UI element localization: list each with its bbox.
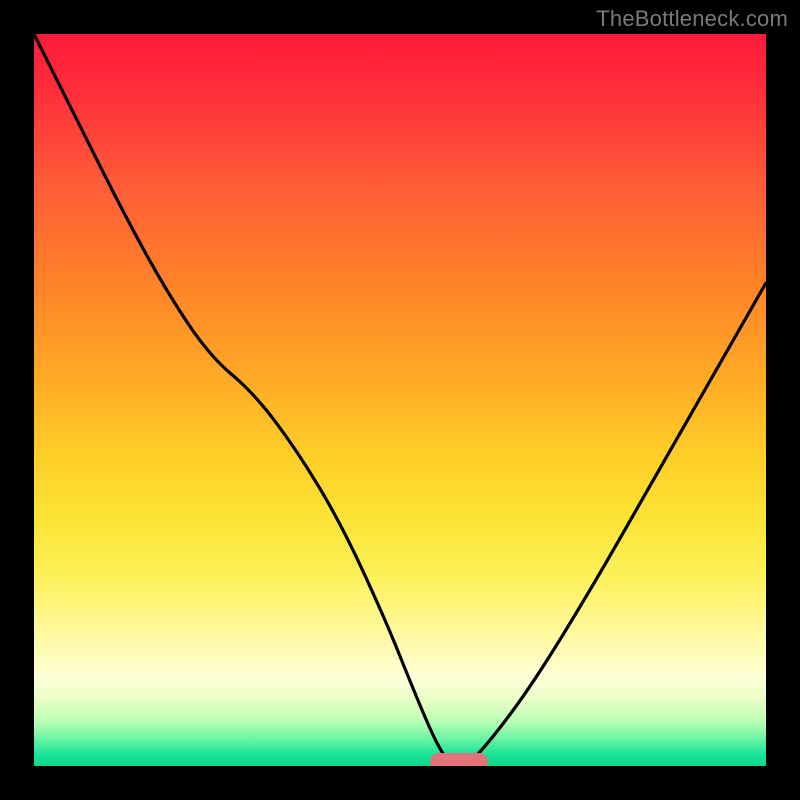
chart-container: TheBottleneck.com — [0, 0, 800, 800]
bottleneck-curve — [34, 34, 766, 766]
optimal-marker — [430, 753, 488, 766]
plot-area — [34, 34, 766, 766]
watermark-text: TheBottleneck.com — [596, 6, 788, 32]
